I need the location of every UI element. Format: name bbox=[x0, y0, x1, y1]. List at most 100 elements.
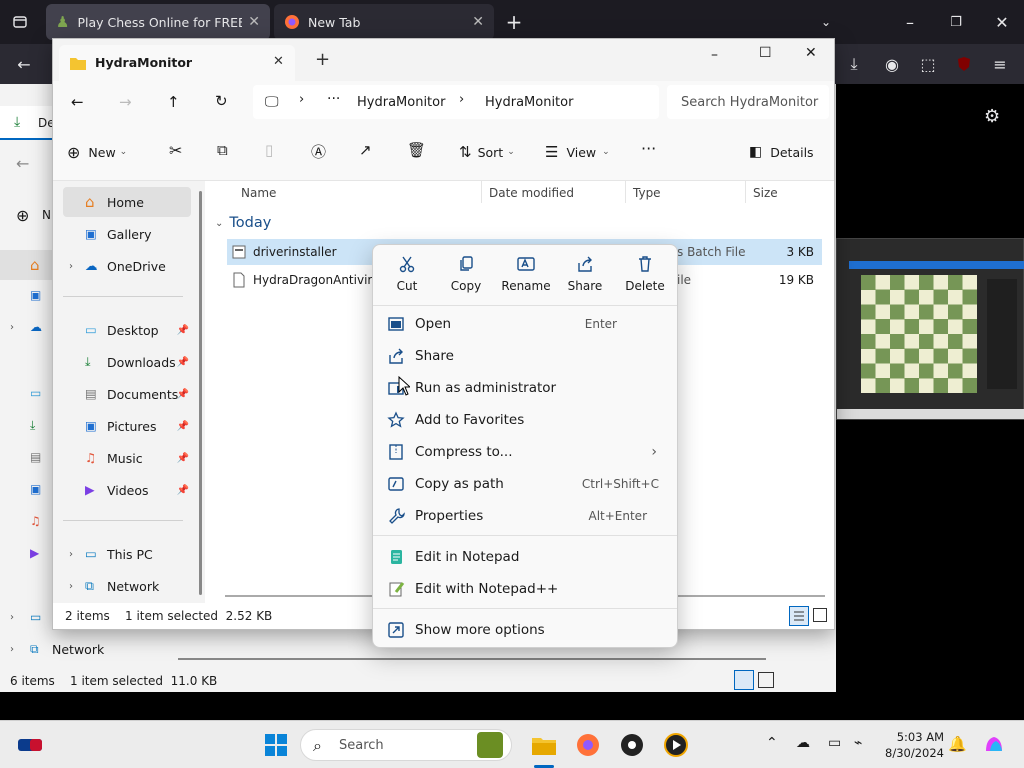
menu-item-edit-with-notepad-plus[interactable]: Edit with Notepad++ bbox=[379, 574, 671, 604]
maximize-icon[interactable]: ☐ bbox=[759, 45, 772, 61]
chevron-right-icon[interactable]: › bbox=[10, 322, 14, 333]
chevron-right-icon[interactable]: › bbox=[10, 644, 14, 655]
column-header-date[interactable]: Date modified bbox=[489, 186, 574, 200]
nav-network-label[interactable]: Network bbox=[52, 642, 104, 657]
nav-item-gallery[interactable]: ▣ Gallery bbox=[63, 219, 191, 249]
tiles-view-icon[interactable] bbox=[758, 672, 774, 688]
media-player-icon[interactable] bbox=[660, 729, 692, 761]
nav-item-home[interactable]: ⌂ Home bbox=[63, 187, 191, 217]
menu-item-copy-as-path[interactable]: Copy as path Ctrl+Shift+C bbox=[379, 469, 671, 499]
menu-item-add-to-favorites[interactable]: Add to Favorites bbox=[379, 405, 671, 435]
tab-new-tab[interactable]: New Tab ✕ bbox=[274, 4, 494, 40]
nav-item-downloads[interactable]: ⤓ Downloads 📌 bbox=[63, 347, 191, 377]
nav-item-network[interactable]: › ⧉ Network bbox=[63, 571, 191, 601]
share-icon[interactable]: ↗ bbox=[359, 141, 372, 159]
menu-item-edit-in-notepad[interactable]: Edit in Notepad bbox=[379, 542, 671, 572]
column-header-type[interactable]: Type bbox=[633, 186, 661, 200]
gear-icon[interactable]: ⚙ bbox=[984, 106, 1000, 127]
tiles-view-icon[interactable] bbox=[813, 608, 827, 622]
details-view-icon[interactable] bbox=[789, 606, 809, 626]
view-button[interactable]: ☰ View ⌄ bbox=[545, 141, 610, 163]
firefox-icon[interactable] bbox=[572, 729, 604, 761]
rename-icon[interactable]: Ⓐ bbox=[311, 141, 326, 162]
search-input[interactable]: Search HydraMonitor bbox=[667, 85, 829, 119]
pin-icon[interactable]: 📌 bbox=[177, 389, 189, 400]
nav-scrollbar[interactable] bbox=[199, 191, 202, 595]
close-icon[interactable]: ✕ bbox=[273, 54, 284, 69]
breadcrumb-item[interactable]: HydraMonitor bbox=[485, 95, 573, 110]
minimize-icon[interactable]: – bbox=[898, 10, 922, 34]
minimize-icon[interactable]: – bbox=[711, 47, 718, 63]
tab-list-icon[interactable] bbox=[8, 10, 32, 34]
download-icon[interactable]: ⤓ bbox=[842, 52, 866, 76]
pin-icon[interactable]: 📌 bbox=[177, 453, 189, 464]
back-arrow-icon[interactable]: ← bbox=[12, 52, 36, 76]
ublock-icon[interactable] bbox=[952, 52, 976, 76]
network-status-icon[interactable]: ⌁ bbox=[854, 735, 862, 751]
pin-icon[interactable]: 📌 bbox=[177, 357, 189, 368]
pin-icon[interactable]: 📌 bbox=[177, 421, 189, 432]
copy-button[interactable]: Copy bbox=[438, 255, 494, 293]
maximize-icon[interactable]: ❐ bbox=[944, 10, 968, 34]
group-header[interactable]: ⌄ Today bbox=[215, 215, 271, 231]
chevron-down-icon[interactable]: ⌄ bbox=[814, 10, 838, 34]
forward-arrow-icon[interactable]: → bbox=[119, 93, 132, 111]
column-header-size[interactable]: Size bbox=[753, 186, 778, 200]
copy-icon[interactable]: ⧉ bbox=[217, 141, 228, 159]
display-icon[interactable]: ▭ bbox=[828, 735, 841, 751]
menu-item-compress[interactable]: Compress to... › bbox=[379, 437, 671, 467]
close-icon[interactable]: ✕ bbox=[805, 45, 817, 61]
sort-button[interactable]: ⇅ Sort ⌄ bbox=[459, 141, 515, 163]
close-icon[interactable]: ✕ bbox=[472, 14, 484, 30]
clock-time[interactable]: 5:03 AM bbox=[884, 730, 944, 744]
back-arrow-icon[interactable]: ← bbox=[16, 154, 29, 173]
refresh-icon[interactable]: ↻ bbox=[215, 92, 228, 110]
explorer-tab[interactable]: HydraMonitor ✕ bbox=[59, 45, 295, 81]
column-header-name[interactable]: Name bbox=[241, 186, 276, 200]
new-button[interactable]: ⊕ New ⌄ bbox=[67, 141, 127, 163]
details-button[interactable]: ◧ Details bbox=[749, 141, 814, 163]
details-view-icon[interactable] bbox=[734, 670, 754, 690]
copilot-icon[interactable] bbox=[978, 729, 1010, 761]
nav-item-pictures[interactable]: ▣ Pictures 📌 bbox=[63, 411, 191, 441]
menu-item-run-as-admin[interactable]: Run as administrator bbox=[379, 373, 671, 403]
more-icon[interactable]: ··· bbox=[327, 91, 340, 107]
account-icon[interactable]: ◉ bbox=[880, 52, 904, 76]
chevron-right-icon[interactable]: › bbox=[69, 261, 73, 272]
pin-icon[interactable]: 📌 bbox=[177, 485, 189, 496]
windows-start-icon[interactable] bbox=[260, 729, 292, 761]
menu-icon[interactable]: ≡ bbox=[988, 52, 1012, 76]
menu-item-show-more-options[interactable]: Show more options bbox=[379, 615, 671, 645]
menu-item-open[interactable]: Open Enter bbox=[379, 309, 671, 339]
nav-item-onedrive[interactable]: › ☁ OneDrive bbox=[63, 251, 191, 281]
pin-icon[interactable]: 📌 bbox=[177, 325, 189, 336]
menu-item-properties[interactable]: Properties Alt+Enter bbox=[379, 501, 671, 531]
nav-home-highlight[interactable] bbox=[0, 250, 52, 280]
share-button[interactable]: Share bbox=[557, 255, 613, 293]
more-icon[interactable]: ··· bbox=[641, 139, 656, 158]
nav-item-documents[interactable]: ▤ Documents 📌 bbox=[63, 379, 191, 409]
tab-chess[interactable]: ♟ Play Chess Online for FREE - 2 P ✕ bbox=[46, 4, 270, 40]
chevron-right-icon[interactable]: › bbox=[10, 612, 14, 623]
nav-item-music[interactable]: ♫ Music 📌 bbox=[63, 443, 191, 473]
breadcrumb[interactable]: 🖵 › ··· HydraMonitor › HydraMonitor bbox=[253, 85, 659, 119]
notification-bell-icon[interactable]: 🔔 bbox=[948, 735, 967, 753]
chevron-right-icon[interactable]: › bbox=[69, 549, 73, 560]
chevron-up-icon[interactable]: ⌃ bbox=[766, 735, 778, 751]
new-tab-icon[interactable]: + bbox=[502, 10, 526, 34]
back-arrow-icon[interactable]: ← bbox=[71, 93, 84, 111]
mlb-widget-icon[interactable] bbox=[14, 729, 46, 761]
file-explorer-icon[interactable] bbox=[528, 729, 560, 761]
rename-button[interactable]: Rename bbox=[497, 255, 555, 293]
new-tab-icon[interactable]: + bbox=[315, 49, 330, 70]
chevron-right-icon[interactable]: › bbox=[69, 581, 73, 592]
cut-button[interactable]: Cut bbox=[379, 255, 435, 293]
add-icon[interactable]: ⊕ bbox=[16, 206, 29, 225]
breadcrumb-item[interactable]: HydraMonitor bbox=[357, 95, 445, 110]
clock-date[interactable]: 8/30/2024 bbox=[884, 746, 944, 760]
delete-icon[interactable]: 🗑 bbox=[407, 141, 426, 159]
obs-icon[interactable] bbox=[616, 729, 648, 761]
close-icon[interactable]: ✕ bbox=[248, 14, 260, 30]
extensions-icon[interactable]: ⬚ bbox=[916, 52, 940, 76]
paste-icon[interactable]: ▯ bbox=[265, 141, 273, 159]
